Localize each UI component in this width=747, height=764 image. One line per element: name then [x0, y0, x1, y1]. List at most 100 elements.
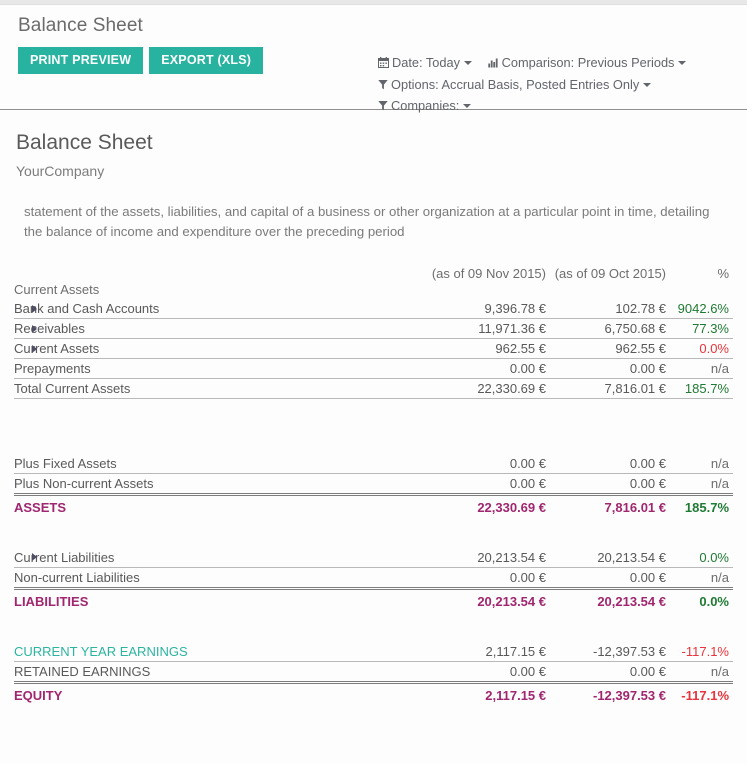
row-value-comparison: -12,397.53 € — [546, 680, 666, 708]
row-value-comparison: 0.00 € — [546, 453, 666, 474]
comparison-filter[interactable]: Comparison: Previous Periods — [487, 53, 687, 75]
row-value-current: 9,396.78 € — [426, 299, 546, 319]
row-label-cell: RETAINED EARNINGS — [14, 661, 426, 683]
row-percent: 185.7% — [684, 499, 729, 515]
spacer-cell — [14, 399, 733, 454]
row-label: Current Liabilities — [14, 549, 115, 565]
column-header-percent: % — [717, 266, 729, 281]
row-label: LIABILITIES — [14, 593, 89, 609]
table-header: (as of 09 Nov 2015) (as of 09 Oct 2015) … — [14, 266, 733, 281]
column-header-name — [14, 266, 426, 281]
column-header-value1: (as of 09 Nov 2015) — [431, 266, 546, 281]
row-label: Non-current Liabilities — [14, 569, 140, 585]
companies-filter-label: Companies: — [391, 98, 460, 113]
row-percent: 0.0% — [699, 341, 729, 356]
row-value-comparison: -12,397.53 € — [546, 641, 666, 662]
row-value-current: 0.00 € — [426, 453, 546, 474]
table-total-row: EQUITY 2,117.15 € -12,397.53 € -117.1% — [14, 680, 733, 708]
column-header-value2: (as of 09 Oct 2015) — [554, 266, 666, 281]
row-percent: -117.1% — [681, 643, 729, 659]
date-filter-label: Date: Today — [392, 55, 461, 70]
row-value-comparison: 7,816.01 € — [546, 378, 666, 399]
row-percent: n/a — [710, 663, 729, 679]
row-value-current: 2,117.15 € — [426, 641, 546, 662]
row-label: EQUITY — [14, 687, 63, 703]
row-label-cell: CURRENT YEAR EARNINGS — [14, 641, 426, 662]
companies-filter[interactable]: Companies: — [378, 96, 472, 118]
row-percent-cell: 0.0% — [666, 338, 733, 359]
row-value-current: 20,213.54 € — [426, 586, 546, 614]
row-percent-cell: 77.3% — [666, 318, 733, 339]
row-label-cell: Current Liabilities — [14, 547, 426, 568]
spacer-cell — [14, 614, 733, 642]
table-spacer-row — [14, 399, 733, 454]
table-row: Prepayments 0.00 €0.00 € n/a — [14, 358, 733, 379]
filter-line-1: Date: Today Comparison: Previous Periods — [378, 53, 687, 75]
row-label: Prepayments — [14, 361, 91, 376]
row-value-comparison: 0.00 € — [546, 358, 666, 379]
date-filter[interactable]: Date: Today — [378, 53, 473, 75]
row-label: Current Assets — [14, 341, 100, 356]
row-percent-cell: n/a — [666, 453, 733, 474]
row-percent-cell: n/a — [666, 661, 733, 683]
row-label: Current Assets — [14, 282, 100, 297]
row-label[interactable]: CURRENT YEAR EARNINGS — [14, 644, 188, 659]
section-header-pad — [426, 281, 733, 299]
options-filter[interactable]: Options: Accrual Basis, Posted Entries O… — [378, 75, 652, 97]
row-value-comparison: 20,213.54 € — [546, 547, 666, 568]
expand-arrow-icon[interactable] — [32, 304, 37, 313]
row-percent-cell: -117.1% — [666, 641, 733, 662]
row-value-comparison: 962.55 € — [546, 338, 666, 359]
chevron-down-icon — [464, 61, 473, 65]
row-value-current: 0.00 € — [426, 661, 546, 683]
expand-arrow-icon[interactable] — [32, 553, 37, 561]
row-percent: 77.3% — [692, 321, 729, 336]
table-total-row: ASSETS 22,330.69 €7,816.01 € 185.7% — [14, 492, 733, 520]
row-label-cell: Receivables — [14, 318, 426, 339]
row-percent-cell: n/a — [666, 567, 733, 589]
control-panel: Balance Sheet PRINT PREVIEW EXPORT (XLS)… — [0, 5, 747, 113]
row-label-cell: Current Assets — [14, 338, 426, 359]
report-body: Balance Sheet YourCompany statement of t… — [0, 110, 747, 708]
filter-bar: Date: Today Comparison: Previous Periods… — [378, 53, 687, 118]
row-value-current: 0.00 € — [426, 567, 546, 589]
row-percent-cell: n/a — [666, 473, 733, 495]
row-value-current: 22,330.69 € — [426, 378, 546, 399]
row-value-current: 0.00 € — [426, 473, 546, 495]
row-label: RETAINED EARNINGS — [14, 663, 151, 679]
table-row: Plus Non-current Assets 0.00 €0.00 € n/a — [14, 473, 733, 495]
chevron-down-icon — [643, 82, 652, 87]
bar-chart-icon — [487, 55, 499, 75]
row-label-cell: ASSETS — [14, 492, 426, 520]
row-value-current: 962.55 € — [426, 338, 546, 359]
row-percent: n/a — [710, 455, 729, 471]
row-percent: n/a — [710, 569, 729, 585]
print-preview-button[interactable]: PRINT PREVIEW — [18, 47, 144, 74]
row-label: ASSETS — [14, 499, 67, 515]
row-percent-cell: 0.0% — [666, 547, 733, 568]
row-percent: 9042.6% — [677, 301, 729, 316]
filter-line-2: Options: Accrual Basis, Posted Entries O… — [378, 75, 686, 97]
filter-icon — [378, 98, 388, 118]
row-percent-cell: 9042.6% — [666, 299, 733, 319]
row-label-cell: Total Current Assets — [14, 378, 426, 399]
breadcrumb: Balance Sheet — [18, 15, 143, 36]
table-row: Current Liabilities 20,213.54 €20,213.54 … — [14, 547, 733, 568]
row-label-cell: LIABILITIES — [14, 586, 426, 614]
row-value-comparison: 102.78 € — [546, 299, 666, 319]
row-label-cell: Bank and Cash Accounts — [14, 299, 426, 319]
table-row: Bank and Cash Accounts 9,396.78 €102.78 €… — [14, 299, 733, 319]
row-value-current: 20,213.54 € — [426, 547, 546, 568]
table-header-row: (as of 09 Nov 2015) (as of 09 Oct 2015) … — [14, 266, 733, 281]
filter-icon — [378, 77, 388, 97]
row-percent-cell: 0.0% — [666, 586, 733, 614]
table-total-row: LIABILITIES 20,213.54 €20,213.54 € 0.0% — [14, 586, 733, 614]
export-xls-button[interactable]: EXPORT (XLS) — [149, 47, 264, 74]
expand-arrow-icon[interactable] — [32, 344, 37, 353]
row-percent: 185.7% — [684, 381, 729, 396]
table-body: Current Assets Bank and Cash Accounts 9,39… — [14, 281, 733, 708]
row-value-comparison: 0.00 € — [546, 473, 666, 495]
spacer-cell — [14, 520, 733, 548]
filter-line-3: Companies: — [378, 96, 686, 118]
expand-arrow-icon[interactable] — [32, 324, 37, 333]
